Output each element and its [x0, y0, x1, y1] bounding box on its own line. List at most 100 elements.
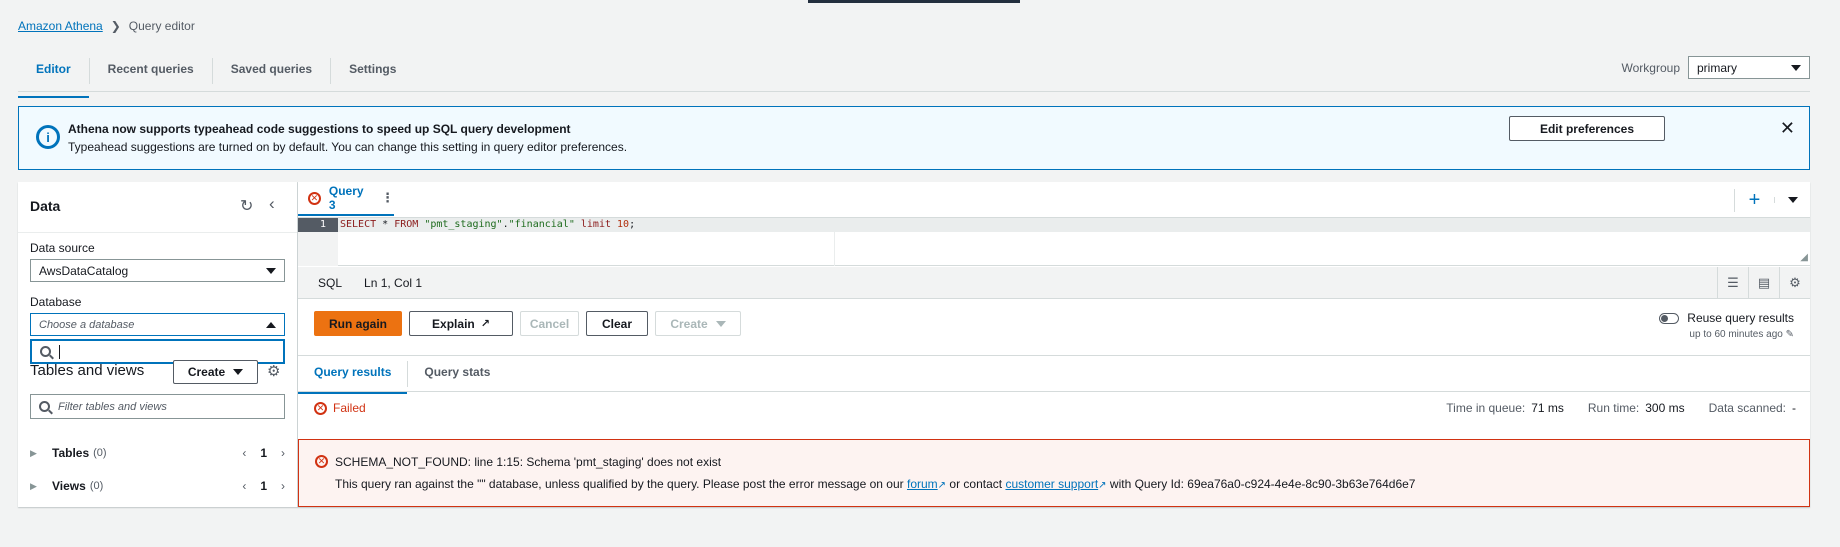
sql-editor[interactable]: 1 SELECT * FROM "pmt_staging"."financial… [298, 218, 1810, 266]
breadcrumb-athena-link[interactable]: Amazon Athena [18, 19, 103, 33]
info-icon: i [36, 125, 60, 149]
line-number: 1 [298, 218, 338, 232]
expand-triangle-icon[interactable]: ▶ [30, 448, 52, 459]
error-icon: ✕ [315, 455, 328, 468]
query-metrics: Time in queue: 71 ms Run time: 300 ms Data… [1446, 401, 1796, 415]
chevron-right-icon: ❯ [110, 19, 121, 33]
cursor-position: Ln 1, Col 1 [364, 275, 423, 290]
workgroup: Workgroup primary [1622, 56, 1810, 79]
views-tree-row[interactable]: ▶ Views (0) ‹ 1 › [30, 474, 285, 498]
tab-editor[interactable]: Editor [18, 58, 90, 98]
text-cursor [59, 344, 60, 359]
caret-up-icon [266, 321, 276, 328]
query-panel: ✕ Query 3 ⋮ + 1 SELECT * FROM "pmt_stagi… [298, 182, 1810, 507]
tables-page: 1 [260, 446, 267, 460]
views-count: (0) [89, 480, 104, 492]
error-icon: ✕ [314, 401, 327, 415]
status-badge: ✕ Failed [314, 401, 366, 415]
data-source-value: AwsDataCatalog [39, 263, 129, 278]
tab-saved-queries[interactable]: Saved queries [213, 58, 332, 84]
database-placeholder: Choose a database [39, 318, 135, 331]
refresh-icon[interactable]: ↻ [240, 196, 253, 216]
reuse-label: Reuse query results [1687, 311, 1794, 325]
editor-ruler [834, 232, 835, 266]
tab-query-stats[interactable]: Query stats [408, 361, 506, 387]
resize-handle-icon[interactable]: ◢ [1800, 252, 1808, 263]
kebab-menu-icon[interactable]: ⋮ [381, 190, 394, 206]
workgroup-select[interactable]: primary [1688, 56, 1810, 79]
banner-description: Typeahead suggestions are turned on by d… [68, 140, 628, 154]
caret-down-icon [715, 320, 726, 327]
shortcuts-icon[interactable]: ▤ [1748, 267, 1779, 299]
sql-code[interactable]: SELECT * FROM "pmt_staging"."financial" … [340, 218, 635, 232]
reuse-toggle[interactable] [1659, 312, 1680, 324]
filter-tables-input[interactable]: Filter tables and views [30, 394, 285, 419]
reuse-query-results: Reuse query results up to 60 minutes ago… [1659, 311, 1794, 340]
collapse-icon[interactable]: ‹ [269, 194, 275, 214]
database-label: Database [30, 295, 82, 309]
close-icon[interactable]: ✕ [1780, 118, 1795, 139]
caret-down-icon [1791, 64, 1801, 71]
query-tab[interactable]: ✕ Query 3 ⋮ [298, 182, 394, 216]
cancel-button[interactable]: Cancel [520, 311, 579, 336]
views-pager: ‹ 1 › [242, 479, 285, 493]
tab-query-results[interactable]: Query results [298, 361, 409, 394]
tab-menu-button[interactable] [1774, 197, 1810, 203]
tables-row-wrap [30, 365, 285, 389]
time-in-queue-value: 71 ms [1531, 401, 1564, 415]
workgroup-value: primary [1697, 60, 1738, 75]
data-scanned: Data scanned: - [1709, 401, 1796, 415]
banner-title: Athena now supports typeahead code sugge… [68, 122, 571, 136]
forum-link[interactable]: forum [907, 477, 938, 491]
caret-down-icon [266, 267, 276, 274]
error-query-id: with Query Id: 69ea76a0-c924-4e4e-8c90-3… [1109, 477, 1416, 491]
reuse-sub: up to 60 minutes ago [1689, 329, 1783, 340]
chevron-right-icon[interactable]: › [281, 446, 285, 460]
info-banner: i Athena now supports typeahead code sug… [18, 106, 1810, 170]
gear-icon[interactable]: ⚙ [1779, 267, 1810, 299]
results-tabs: Query results Query stats [298, 356, 1810, 394]
divider [18, 232, 297, 233]
workgroup-label: Workgroup [1621, 60, 1680, 75]
caret-down-icon [1787, 197, 1798, 203]
tab-recent-queries[interactable]: Recent queries [90, 58, 213, 84]
search-icon [40, 346, 51, 357]
data-scanned-label: Data scanned: [1708, 401, 1786, 415]
chevron-left-icon[interactable]: ‹ [242, 479, 246, 493]
chevron-left-icon[interactable]: ‹ [242, 446, 246, 460]
expand-triangle-icon[interactable]: ▶ [30, 481, 52, 492]
customer-support-link[interactable]: customer support [1005, 477, 1098, 491]
database-select[interactable]: Choose a database [30, 313, 285, 336]
edit-preferences-button[interactable]: Edit preferences [1509, 116, 1665, 141]
tables-tree-row[interactable]: ▶ Tables (0) ‹ 1 › [30, 441, 285, 465]
time-in-queue: Time in queue: 71 ms [1446, 401, 1564, 415]
add-query-tab-icon[interactable]: + [1734, 188, 1774, 212]
run-time: Run time: 300 ms [1588, 401, 1685, 415]
error-icon: ✕ [308, 191, 321, 205]
explain-button[interactable]: Explain ↗ [409, 311, 513, 336]
query-tab-label: Query 3 [328, 184, 364, 212]
external-link-icon: ↗ [937, 480, 947, 491]
breadcrumb-current: Query editor [128, 19, 195, 33]
create-label: Create [670, 316, 708, 331]
data-source-select[interactable]: AwsDataCatalog [30, 259, 285, 282]
data-source-label: Data source [30, 241, 95, 255]
clear-button[interactable]: Clear [586, 311, 648, 336]
tables-pager: ‹ 1 › [242, 446, 285, 460]
run-again-button[interactable]: Run again [314, 311, 402, 336]
tab-settings[interactable]: Settings [331, 58, 414, 84]
create-button[interactable]: Create [655, 311, 741, 336]
format-query-icon[interactable]: ☰ [1717, 267, 1748, 299]
tables-count: (0) [93, 447, 107, 459]
result-status-row: ✕ Failed Time in queue: 71 ms Run time: 30… [298, 393, 1810, 423]
chevron-right-icon[interactable]: › [281, 479, 285, 493]
time-in-queue-label: Time in queue: [1446, 401, 1526, 415]
main-tabs: Editor Recent queries Saved queries Sett… [18, 52, 1810, 98]
error-detail: This query ran against the "" database, … [335, 477, 1415, 491]
error-detail-or: or contact [949, 477, 1003, 491]
query-actions: Run again Explain ↗ Cancel Clear Create [314, 311, 741, 336]
status-bar-icons: ☰ ▤ ⚙ [1717, 267, 1810, 299]
views-label: Views [52, 479, 86, 493]
edit-pencil-icon[interactable]: ✎ [1786, 329, 1794, 340]
tables-label: Tables [52, 446, 90, 460]
